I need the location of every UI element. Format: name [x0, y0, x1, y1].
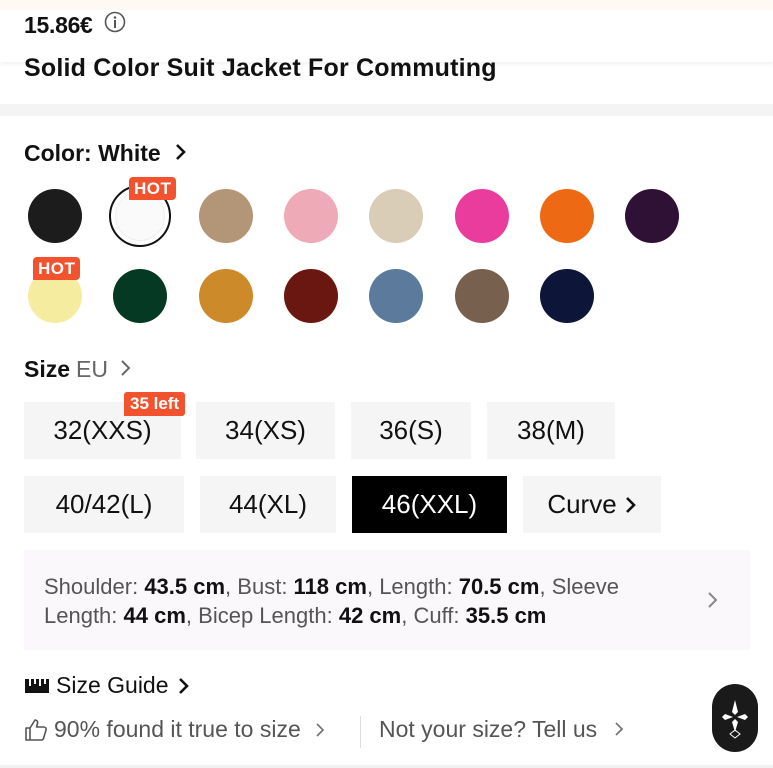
- chevron-right-icon: [176, 144, 186, 160]
- size-option-44xl[interactable]: 44(XL): [200, 476, 336, 533]
- chevron-right-icon: [625, 496, 636, 513]
- color-swatch-pink[interactable]: [284, 189, 338, 243]
- measure-value: 44 cm: [123, 603, 186, 628]
- ruler-icon: [25, 678, 49, 693]
- measure-label: Length: [379, 574, 447, 599]
- chevron-right-icon: [614, 722, 623, 736]
- color-swatch-beige[interactable]: [369, 189, 423, 243]
- size-measurements[interactable]: Shoulder: 43.5 cm, Bust: 118 cm, Length:…: [24, 550, 750, 650]
- measure-value: 118 cm: [293, 574, 367, 599]
- color-swatch-plum[interactable]: [625, 189, 679, 243]
- sparkle-logo-icon: [722, 700, 748, 739]
- measure-value: 70.5 cm: [458, 574, 540, 599]
- measure-value: 43.5 cm: [144, 574, 226, 599]
- color-swatch-dark-green[interactable]: [113, 269, 167, 323]
- size-guide-link[interactable]: Size Guide: [24, 672, 190, 699]
- color-swatch-orange[interactable]: [540, 189, 594, 243]
- color-swatch-brown[interactable]: [455, 269, 509, 323]
- size-option-curve[interactable]: Curve: [523, 476, 661, 533]
- chevron-right-icon: [121, 360, 131, 376]
- size-option-46xxl[interactable]: 46(XXL): [352, 476, 507, 533]
- hot-badge: HOT: [33, 257, 81, 280]
- color-label[interactable]: Color: White: [24, 140, 187, 167]
- measure-value: 42 cm: [338, 603, 402, 628]
- stock-badge: 35 left: [124, 392, 186, 416]
- size-feedback-link[interactable]: Not your size? Tell us: [379, 716, 624, 743]
- size-option-34xs[interactable]: 34(XS): [196, 402, 335, 459]
- color-swatch-tan[interactable]: [199, 189, 253, 243]
- measure-label: Cuff: [413, 603, 454, 628]
- measure-label: Shoulder: [44, 574, 133, 599]
- color-swatch-black[interactable]: [28, 189, 82, 243]
- measure-label: Bust: [237, 574, 282, 599]
- chevron-right-icon: [316, 722, 325, 737]
- chevron-right-icon: [708, 592, 718, 608]
- color-swatch-hot-pink[interactable]: [455, 189, 509, 243]
- hot-badge: HOT: [129, 177, 177, 200]
- section-divider: [0, 104, 773, 116]
- color-swatch-navy[interactable]: [540, 269, 594, 323]
- size-option-40-42l[interactable]: 40/42(L): [24, 476, 184, 533]
- measure-value: 35.5 cm: [465, 603, 547, 628]
- color-swatch-burgundy[interactable]: [284, 269, 338, 323]
- thumbs-up-icon: [25, 718, 47, 741]
- color-swatch-slate-blue[interactable]: [369, 269, 423, 323]
- info-icon[interactable]: [104, 11, 126, 33]
- chevron-right-icon: [178, 677, 189, 694]
- measure-label: Bicep Length: [198, 603, 327, 628]
- size-option-38m[interactable]: 38(M): [487, 402, 615, 459]
- divider: [360, 716, 361, 748]
- price: 15.86€: [24, 12, 93, 38]
- size-label[interactable]: Size EU: [24, 356, 132, 383]
- floating-assistant-button[interactable]: [712, 684, 758, 752]
- product-title: Solid Color Suit Jacket For Commuting: [24, 54, 497, 82]
- true-to-size[interactable]: 90% found it true to size: [24, 716, 325, 743]
- size-option-36s[interactable]: 36(S): [351, 402, 471, 459]
- color-swatch-mustard[interactable]: [199, 269, 253, 323]
